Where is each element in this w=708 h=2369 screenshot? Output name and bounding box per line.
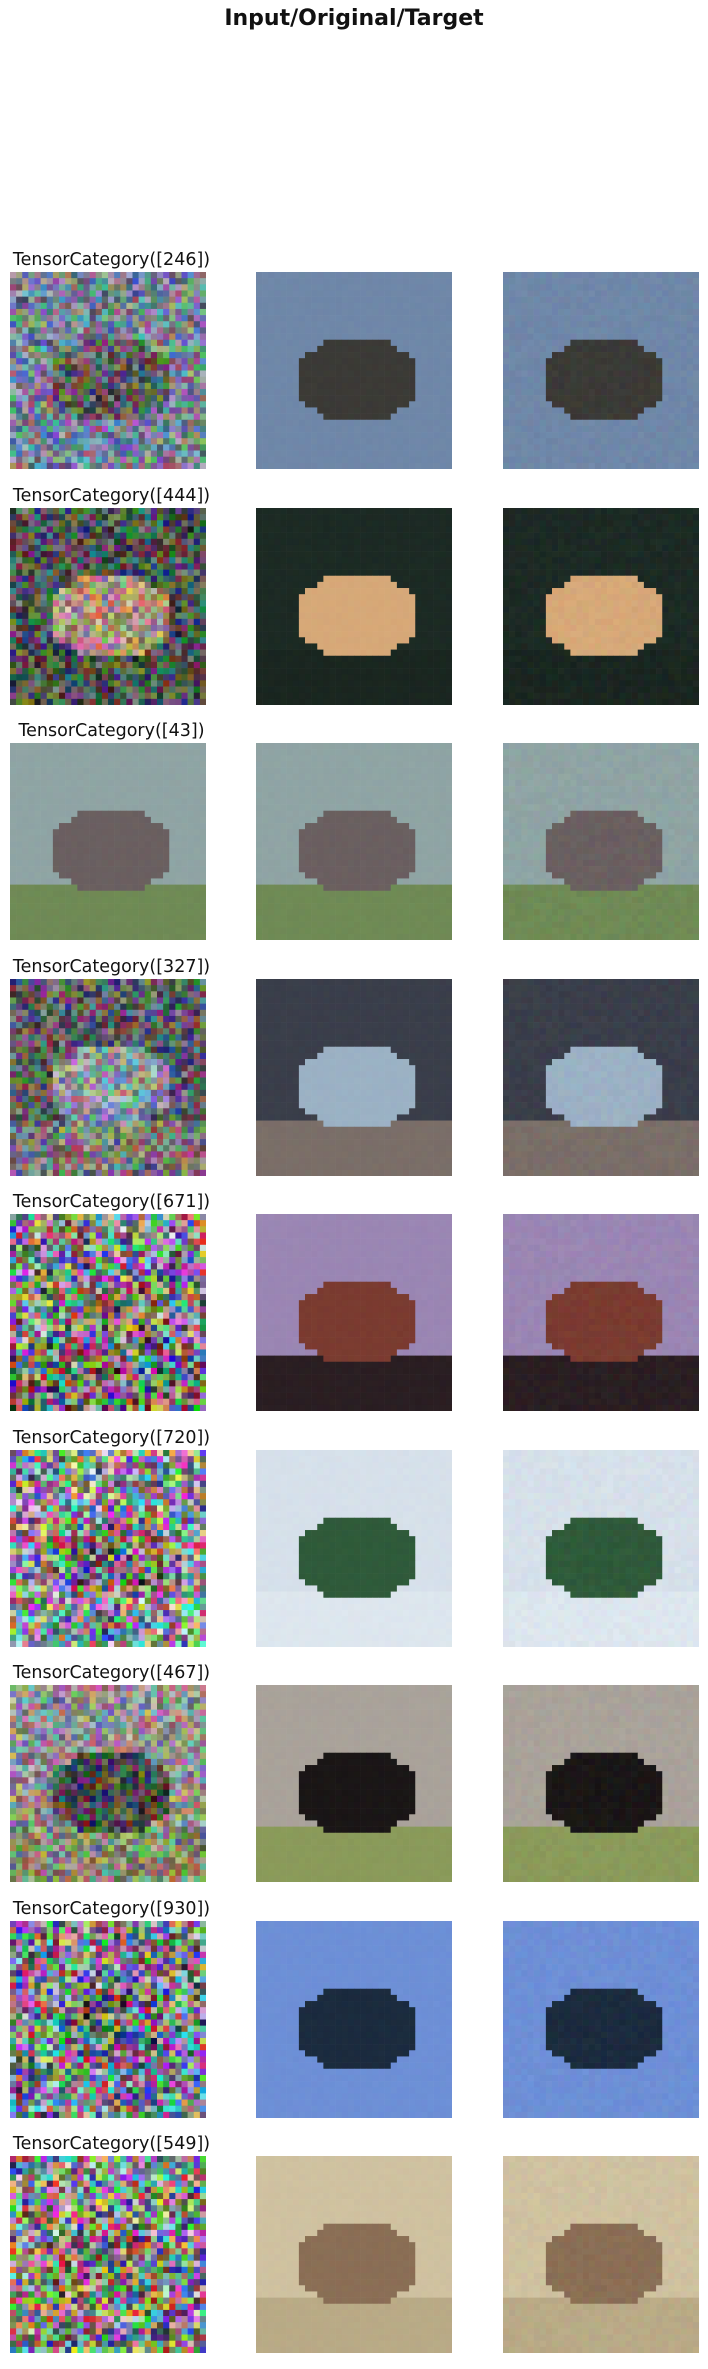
- input-image: [10, 1920, 206, 2118]
- original-image-pixels: [256, 1920, 452, 2118]
- target-image-pixels: [503, 1449, 699, 1647]
- grid-row: TensorCategory([720]): [0, 1428, 708, 1663]
- target-image: [503, 1449, 699, 1647]
- input-image-pixels: [10, 2156, 206, 2353]
- original-image: [256, 272, 452, 469]
- target-image-pixels: [503, 978, 699, 1176]
- grid-row: TensorCategory([43]): [0, 721, 708, 956]
- target-image: [503, 1685, 699, 1882]
- target-image-pixels: [503, 272, 699, 469]
- input-image-pixels: [10, 1214, 206, 1411]
- input-image-pixels: [10, 1449, 206, 1647]
- original-image: [256, 1685, 452, 1882]
- grid-row: TensorCategory([246]): [0, 250, 708, 485]
- input-image-pixels: [10, 1920, 206, 2118]
- category-label: TensorCategory([549]): [0, 2134, 223, 2154]
- input-image-pixels: [10, 978, 206, 1176]
- target-image: [503, 978, 699, 1176]
- grid-row: TensorCategory([467]): [0, 1663, 708, 1898]
- original-image-pixels: [256, 1685, 452, 1882]
- category-label: TensorCategory([246]): [0, 250, 223, 270]
- original-image-pixels: [256, 507, 452, 705]
- original-image: [256, 978, 452, 1176]
- input-image: [10, 978, 206, 1176]
- target-image: [503, 1920, 699, 2118]
- input-image: [10, 1685, 206, 1882]
- category-label: TensorCategory([720]): [0, 1428, 223, 1448]
- target-image-pixels: [503, 1685, 699, 1882]
- target-image: [503, 272, 699, 469]
- input-image: [10, 1449, 206, 1647]
- input-image-pixels: [10, 743, 206, 940]
- original-image-pixels: [256, 978, 452, 1176]
- category-label: TensorCategory([930]): [0, 1899, 223, 1919]
- target-image: [503, 2156, 699, 2353]
- target-image: [503, 507, 699, 705]
- original-image: [256, 507, 452, 705]
- category-label: TensorCategory([444]): [0, 486, 223, 506]
- target-image: [503, 743, 699, 940]
- grid-row: TensorCategory([327]): [0, 957, 708, 1192]
- input-image-pixels: [10, 272, 206, 469]
- input-image: [10, 2156, 206, 2353]
- input-image: [10, 507, 206, 705]
- category-label: TensorCategory([467]): [0, 1663, 223, 1683]
- figure-title: Input/Original/Target: [0, 6, 708, 31]
- original-image: [256, 1920, 452, 2118]
- category-label: TensorCategory([327]): [0, 957, 223, 977]
- original-image: [256, 1449, 452, 1647]
- original-image: [256, 2156, 452, 2353]
- input-image-pixels: [10, 507, 206, 705]
- target-image-pixels: [503, 2156, 699, 2353]
- original-image-pixels: [256, 1214, 452, 1411]
- category-label: TensorCategory([671]): [0, 1192, 223, 1212]
- grid-row: TensorCategory([444]): [0, 486, 708, 721]
- original-image-pixels: [256, 2156, 452, 2353]
- input-image: [10, 743, 206, 940]
- grid-row: TensorCategory([930]): [0, 1899, 708, 2134]
- target-image-pixels: [503, 1920, 699, 2118]
- original-image: [256, 743, 452, 940]
- target-image-pixels: [503, 1214, 699, 1411]
- input-image: [10, 272, 206, 469]
- input-image-pixels: [10, 1685, 206, 1882]
- original-image-pixels: [256, 743, 452, 940]
- target-image: [503, 1214, 699, 1411]
- original-image-pixels: [256, 1449, 452, 1647]
- original-image-pixels: [256, 272, 452, 469]
- input-image: [10, 1214, 206, 1411]
- grid-row: TensorCategory([549]): [0, 2134, 708, 2369]
- target-image-pixels: [503, 743, 699, 940]
- original-image: [256, 1214, 452, 1411]
- grid-row: TensorCategory([671]): [0, 1192, 708, 1427]
- category-label: TensorCategory([43]): [0, 721, 223, 741]
- target-image-pixels: [503, 507, 699, 705]
